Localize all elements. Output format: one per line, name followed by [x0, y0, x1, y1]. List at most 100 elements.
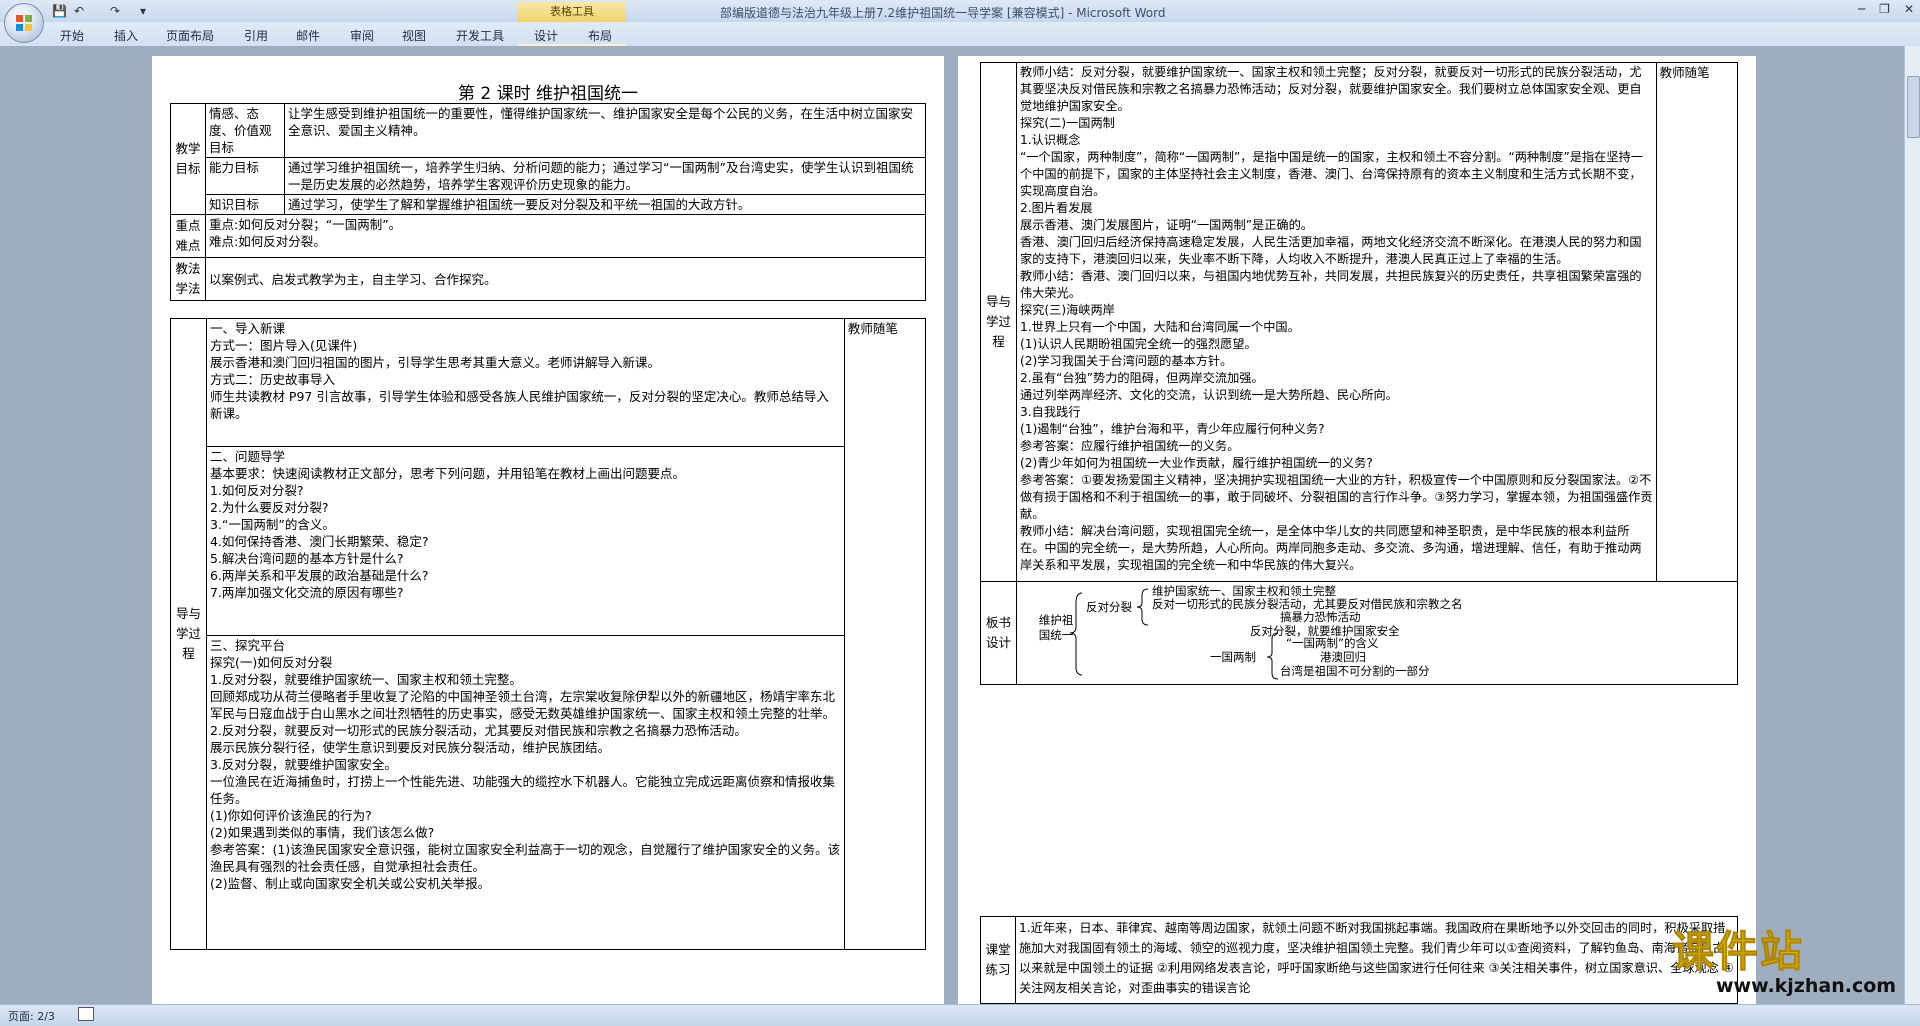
explore-line: 三、探究平台 — [209, 638, 285, 654]
process-label: 导与学过程 — [170, 318, 207, 950]
key-line-1: 重点:如何反对分裂；“一国两制”。 — [209, 217, 402, 232]
ribbon-tabs: 开始 插入 页面布局 引用 邮件 审阅 视图 开发工具 设计 布局 ? — [0, 22, 1920, 68]
tab-review[interactable]: 审阅 — [350, 27, 374, 44]
tab-view[interactable]: 视图 — [402, 27, 426, 44]
explore-line: (2)监督、制止或向国家安全机关或公安机关举报。 — [209, 876, 491, 892]
key-line-2: 难点:如何反对分裂。 — [209, 234, 326, 249]
question-line: 7.两岸加强文化交流的原因有哪些? — [209, 584, 404, 600]
question-line: 1.如何反对分裂? — [209, 482, 304, 498]
office-button[interactable] — [4, 3, 44, 43]
board-design-label: 板书设计 — [979, 581, 1018, 685]
question-line: 4.如何保持香港、澳门长期繁荣、稳定? — [209, 533, 429, 549]
question-line: 二、问题导学 — [209, 448, 285, 464]
title-bar: 💾 ↶ ↷ ▾ 表格工具 部编版道德与法治九年级上册7.2维护祖国统一导学案 [… — [0, 0, 1920, 22]
process-line: 香港、澳门回归后经济保持高速稳定发展，人民生活更加幸福，两地文化经济交流不断深化… — [1020, 235, 1642, 266]
goal-text-knowledge[interactable]: 通过学习，使学生了解和掌握维护祖国统一要反对分裂及和平统一祖国的大政方针。 — [284, 194, 926, 215]
tab-page-layout[interactable]: 页面布局 — [166, 27, 214, 44]
process-line: (2)青少年如何为祖国统一大业作贡献，履行维护祖国统一的义务? — [1020, 456, 1373, 470]
vertical-scrollbar[interactable] — [1904, 46, 1920, 1004]
goal-text-ability[interactable]: 通过学习维护祖国统一，培养学生归纳、分析问题的能力；通过学习“一国两制”及台湾史… — [284, 157, 926, 195]
question-line: 6.两岸关系和平发展的政治基础是什么? — [209, 567, 429, 583]
table-tools-context-label: 表格工具 — [518, 2, 626, 22]
teacher-notes-label-continued: 教师随笔 — [1659, 65, 1710, 80]
process-line: (1)遏制“台独”，维护台海和平，青少年应履行何种义务? — [1020, 422, 1325, 436]
process-line: 3.自我践行 — [1020, 405, 1081, 419]
section-questions[interactable]: 二、问题导学 基本要求：快速阅读教材正文部分，思考下列问题，并用铅笔在教材上画出… — [205, 445, 845, 637]
process-line: 教师小结：香港、澳门回归以来，与祖国内地优势互补，共同发展，共担民族复兴的历史责… — [1020, 269, 1642, 300]
lesson-plan-table[interactable]: 教学目标 情感、态度、价值观目标 让学生感受到维护祖国统一的重要性，懂得维护国家… — [170, 103, 926, 301]
explore-line: 一位渔民在近海捕鱼时，打捞上一个性能先进、功能强大的缆控水下机器人。它能独立完成… — [209, 774, 835, 807]
intro-line: 一、导入新课 — [209, 321, 285, 336]
redo-icon[interactable]: ↷ — [110, 3, 120, 19]
section-explore[interactable]: 三、探究平台 探究(一)如何反对分裂 1.反对分裂，就要维护国家统一、国家主权和… — [205, 635, 845, 950]
tab-home[interactable]: 开始 — [60, 27, 84, 44]
close-icon[interactable]: ✕ — [1904, 2, 1914, 16]
minimize-icon[interactable]: ─ — [1858, 2, 1865, 16]
goal-text-attitude[interactable]: 让学生感受到维护祖国统一的重要性，懂得维护国家统一、维护国家安全是每个公民的义务… — [284, 103, 926, 158]
process-continued-text[interactable]: 教师小结：反对分裂，就要维护国家统一、国家主权和领土完整；反对分裂，就要反对一切… — [1016, 62, 1657, 582]
process-line: 1.世界上只有一个中国，大陆和台湾同属一个中国。 — [1020, 320, 1300, 334]
tab-mailings[interactable]: 邮件 — [296, 27, 320, 44]
method-text[interactable]: 以案例式、启发式教学为主，自主学习、合作探究。 — [205, 257, 926, 301]
question-line: 5.解决台湾问题的基本方针是什么? — [209, 550, 404, 566]
teacher-notes-label: 教师随笔 — [847, 321, 898, 336]
method-label: 教法学法 — [170, 257, 206, 301]
board-branch-oppose: 反对分裂 — [1086, 600, 1133, 614]
goals-label: 教学目标 — [170, 103, 206, 215]
explore-line: 2.反对分裂，就要反对一切形式的民族分裂活动，尤其要反对借民族和宗教之名搞暴力恐… — [209, 723, 747, 739]
customize-qat-icon[interactable]: ▾ — [140, 3, 146, 19]
question-line: 3.“一国两制”的含义。 — [209, 516, 335, 532]
tab-design[interactable]: 设计 — [534, 27, 558, 44]
process-line: “一个国家，两种制度”，简称“一国两制”，是指中国是统一的国家，主权和领土不容分… — [1020, 150, 1643, 198]
section-intro[interactable]: 一、导入新课 方式一：图片导入(见课件) 展示香港和澳门回归祖国的图片，引导学生… — [205, 318, 845, 447]
explore-line: (1)你如何评价该渔民的行为? — [209, 808, 372, 824]
tab-layout[interactable]: 布局 — [588, 27, 612, 44]
watermark-logo: 课件站 — [1671, 927, 1805, 977]
question-line: 基本要求：快速阅读教材正文部分，思考下列问题，并用铅笔在教材上画出问题要点。 — [209, 465, 685, 481]
teacher-notes-column-continued[interactable]: 教师随笔 — [1655, 62, 1739, 582]
process-table-continued[interactable]: 导与学过程 教师小结：反对分裂，就要维护国家统一、国家主权和领土完整；反对分裂，… — [979, 62, 1739, 685]
board-design-diagram: 维护祖国统一 反对分裂 维护国家统一、国家主权和领土完整 反对一切形式的民族分裂… — [1016, 581, 1738, 685]
process-line: 2.虽有“台独”势力的阻碍，但两岸交流加强。 — [1020, 371, 1264, 385]
process-line: (1)认识人民期盼祖国完全统一的强烈愿望。 — [1020, 337, 1257, 351]
practice-table[interactable]: 课堂练习 1.近年来，日本、菲律宾、越南等周边国家，就领土问题不断对我国挑起事端… — [980, 916, 1738, 1004]
board-branch-one-country: 一国两制 — [1210, 650, 1257, 664]
save-icon[interactable]: 💾 — [52, 3, 67, 19]
scrollbar-thumb[interactable] — [1907, 76, 1920, 138]
explore-line: 参考答案：(1)该渔民国家安全意识强，能树立国家安全利益高于一切的观念，自觉履行… — [209, 842, 841, 875]
explore-line: 1.反对分裂，就要维护国家统一、国家主权和领土完整。 — [209, 672, 522, 688]
key-points-text[interactable]: 重点:如何反对分裂；“一国两制”。 难点:如何反对分裂。 — [205, 214, 926, 258]
goal-label-knowledge: 知识目标 — [205, 194, 285, 215]
tab-references[interactable]: 引用 — [244, 27, 268, 44]
page-count[interactable]: 页面: 2/3 — [8, 1008, 55, 1024]
question-line: 2.为什么要反对分裂? — [209, 499, 329, 515]
process-line: 探究(三)海峡两岸 — [1020, 303, 1115, 317]
maximize-icon[interactable]: ❐ — [1879, 2, 1890, 16]
lesson-heading: 第 2 课时 维护祖国统一 — [457, 84, 639, 104]
process-table[interactable]: 导与学过程 一、导入新课 方式一：图片导入(见课件) 展示香港和澳门回归祖国的图… — [170, 318, 927, 950]
process-line: 参考答案：①要发扬爱国主义精神，坚决拥护实现祖国统一大业的方针，积极宣传一个中国… — [1020, 473, 1653, 521]
explore-line: 3.反对分裂，就要维护国家安全。 — [209, 757, 397, 773]
status-bar: 页面: 2/3 — [0, 1004, 1920, 1026]
document-page-2[interactable]: 导与学过程 教师小结：反对分裂，就要维护国家统一、国家主权和领土完整；反对分裂，… — [958, 56, 1756, 1004]
process-line: 教师小结：反对分裂，就要维护国家统一、国家主权和领土完整；反对分裂，就要反对一切… — [1020, 65, 1642, 113]
goal-label-ability: 能力目标 — [205, 157, 285, 195]
process-label-continued: 导与学过程 — [979, 62, 1018, 582]
explore-line: 展示民族分裂行径，使学生意识到要反对民族分裂活动，维护民族团结。 — [209, 740, 610, 756]
process-line: 1.认识概念 — [1020, 133, 1081, 147]
practice-text[interactable]: 1.近年来，日本、菲律宾、越南等周边国家，就领土问题不断对我国挑起事端。我国政府… — [1015, 916, 1738, 1004]
process-line: 参考答案：应履行维护祖国统一的义务。 — [1020, 439, 1240, 453]
window-title: 部编版道德与法治九年级上册7.2维护祖国统一导学案 [兼容模式] - Micro… — [720, 6, 1166, 20]
process-line: 教师小结：解决台湾问题，实现祖国完全统一，是全体中华儿女的共同愿望和神圣职责，是… — [1020, 524, 1642, 572]
undo-icon[interactable]: ↶ — [74, 3, 84, 19]
teacher-notes-column[interactable]: 教师随笔 — [843, 318, 927, 950]
key-points-label: 重点难点 — [170, 214, 206, 258]
tab-developer[interactable]: 开发工具 — [456, 27, 504, 44]
explore-line: 回顾郑成功从荷兰侵略者手里收复了沦陷的中国神圣领土台湾，左宗棠收复除伊犁以外的新… — [209, 689, 835, 722]
tab-insert[interactable]: 插入 — [114, 27, 138, 44]
process-line: 通过列举两岸经济、文化的交流，认识到统一是大势所趋、民心所向。 — [1020, 388, 1398, 402]
document-page-1[interactable]: 第 2 课时 维护祖国统一 教学目标 情感、态度、价值观目标 让学生感受到维护祖… — [152, 56, 944, 1004]
proofing-icon[interactable] — [78, 1007, 94, 1021]
process-line: (2)学习我国关于台湾问题的基本方针。 — [1020, 354, 1233, 368]
explore-line: 探究(一)如何反对分裂 — [209, 655, 333, 671]
